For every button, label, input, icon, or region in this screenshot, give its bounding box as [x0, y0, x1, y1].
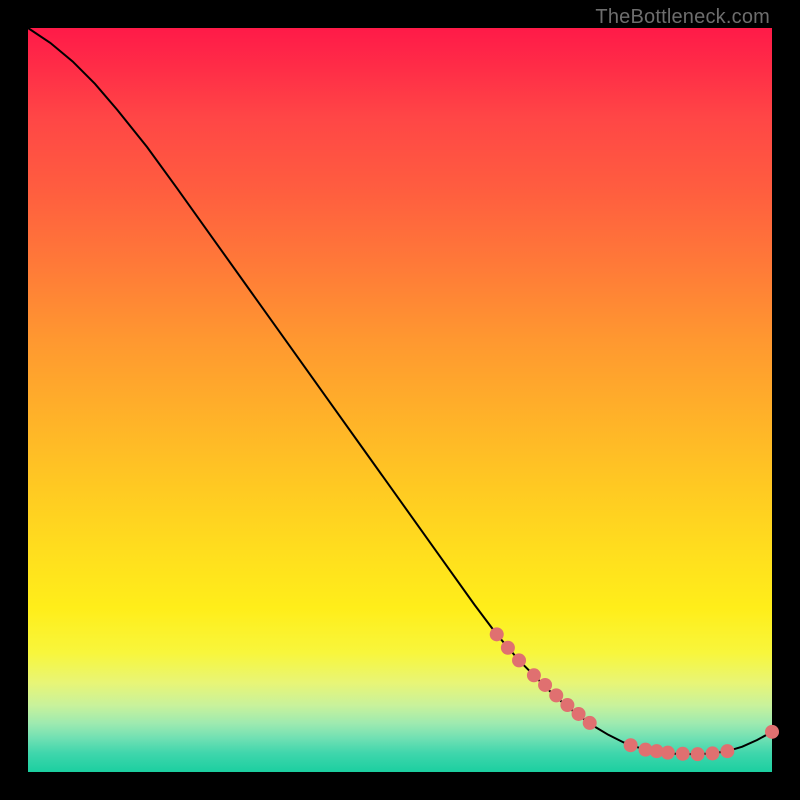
dot-marker	[583, 716, 597, 730]
dot-marker	[765, 725, 779, 739]
dot-marker	[501, 641, 515, 655]
dot-marker	[624, 738, 638, 752]
dot-marker	[705, 746, 719, 760]
dot-marker	[572, 707, 586, 721]
bottleneck-curve	[28, 28, 772, 754]
dot-marker	[527, 668, 541, 682]
chart-stage: TheBottleneck.com	[0, 0, 800, 800]
dot-marker	[691, 747, 705, 761]
curve-layer	[28, 28, 772, 772]
watermark-text: TheBottleneck.com	[595, 6, 770, 29]
dot-marker	[560, 698, 574, 712]
dot-markers	[490, 627, 779, 761]
dot-marker	[549, 688, 563, 702]
dot-marker	[538, 678, 552, 692]
dot-marker	[720, 744, 734, 758]
dot-marker	[512, 653, 526, 667]
dot-marker	[661, 746, 675, 760]
plot-area	[28, 28, 772, 772]
dot-marker	[490, 627, 504, 641]
dot-marker	[676, 747, 690, 761]
